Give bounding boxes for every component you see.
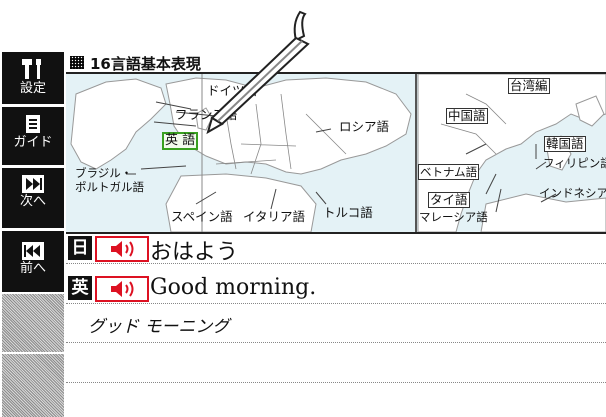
divider xyxy=(66,342,606,343)
map-label-korean[interactable]: 韓国語 xyxy=(544,136,586,152)
divider xyxy=(66,303,606,304)
sidebar-item-label: 次へ xyxy=(19,194,46,209)
title-bar: 16言語基本表現 xyxy=(66,52,606,74)
map-label-spanish[interactable]: スペイン語 xyxy=(170,210,234,224)
sidebar-item-label: ガイド xyxy=(13,135,53,150)
dictionary-screen: 設定 ガイド 次へ 前へ 16言語基本表現 ドイツ語 フランス語 英 語 ロシア… xyxy=(0,0,606,417)
lang-tag-english: 英 xyxy=(68,276,92,300)
map-label-chinese[interactable]: 中国語 xyxy=(446,108,488,124)
grid-icon xyxy=(70,56,84,69)
empty-slot xyxy=(2,352,64,417)
next-track-icon xyxy=(22,175,44,193)
pronunciation-row: グッド モーニング xyxy=(66,308,606,337)
map-label-portuguese-2[interactable]: ポルトガル語 xyxy=(74,180,145,194)
language-map[interactable]: ドイツ語 フランス語 英 語 ロシア語 ブラジル・ ポルトガル語 スペイン語 イ… xyxy=(66,74,606,234)
map-label-filipino[interactable]: フィリピン語 xyxy=(542,156,606,170)
settings-button[interactable]: 設定 xyxy=(2,58,64,96)
sidebar-item-label: 設定 xyxy=(19,81,46,96)
speaker-icon xyxy=(111,281,134,297)
phrase-panel: 日 おはよう 英 Good morning. グッド モーニング xyxy=(66,234,606,415)
map-label-french[interactable]: フランス語 xyxy=(174,108,238,122)
previous-button[interactable]: 前へ xyxy=(2,242,64,276)
divider xyxy=(2,104,64,107)
next-button[interactable]: 次へ xyxy=(2,175,64,209)
guide-button[interactable]: ガイド xyxy=(2,114,64,150)
empty-slot xyxy=(2,292,64,352)
map-label-malay[interactable]: マレーシア語 xyxy=(418,210,489,224)
phrase-japanese: おはよう xyxy=(150,240,239,265)
sidebar: 設定 ガイド 次へ 前へ xyxy=(2,52,64,417)
lang-tag-japanese: 日 xyxy=(68,236,92,260)
speaker-icon xyxy=(111,241,134,257)
phrase-row-english: 英 Good morning. xyxy=(66,274,606,302)
previous-track-icon xyxy=(22,242,44,260)
speaker-button-english[interactable] xyxy=(95,276,149,302)
pronunciation-text: グッド モーニング xyxy=(88,317,230,337)
divider xyxy=(2,165,64,168)
map-label-vietnamese[interactable]: ベトナム語 xyxy=(418,164,480,180)
divider xyxy=(66,263,606,264)
map-label-german[interactable]: ドイツ語 xyxy=(206,84,258,98)
sidebar-item-label: 前へ xyxy=(19,261,46,276)
wrench-screwdriver-icon xyxy=(22,59,41,79)
map-label-turkish[interactable]: トルコ語 xyxy=(322,206,374,220)
phrase-row-japanese: 日 おはよう xyxy=(66,234,606,265)
divider xyxy=(2,228,64,231)
map-label-english[interactable]: 英 語 xyxy=(162,132,199,150)
document-icon xyxy=(26,115,40,133)
speaker-button-japanese[interactable] xyxy=(95,236,149,262)
phrase-english: Good morning. xyxy=(150,275,317,300)
divider xyxy=(66,382,606,383)
map-label-indonesian[interactable]: インドネシア語 xyxy=(538,186,606,200)
map-label-italian[interactable]: イタリア語 xyxy=(242,210,306,224)
map-label-russian[interactable]: ロシア語 xyxy=(338,120,390,134)
map-label-taiwan[interactable]: 台湾編 xyxy=(508,78,550,94)
page-title: 16言語基本表現 xyxy=(90,55,201,73)
map-label-portuguese-1[interactable]: ブラジル・ xyxy=(74,166,133,180)
map-label-thai[interactable]: タイ語 xyxy=(428,192,470,208)
